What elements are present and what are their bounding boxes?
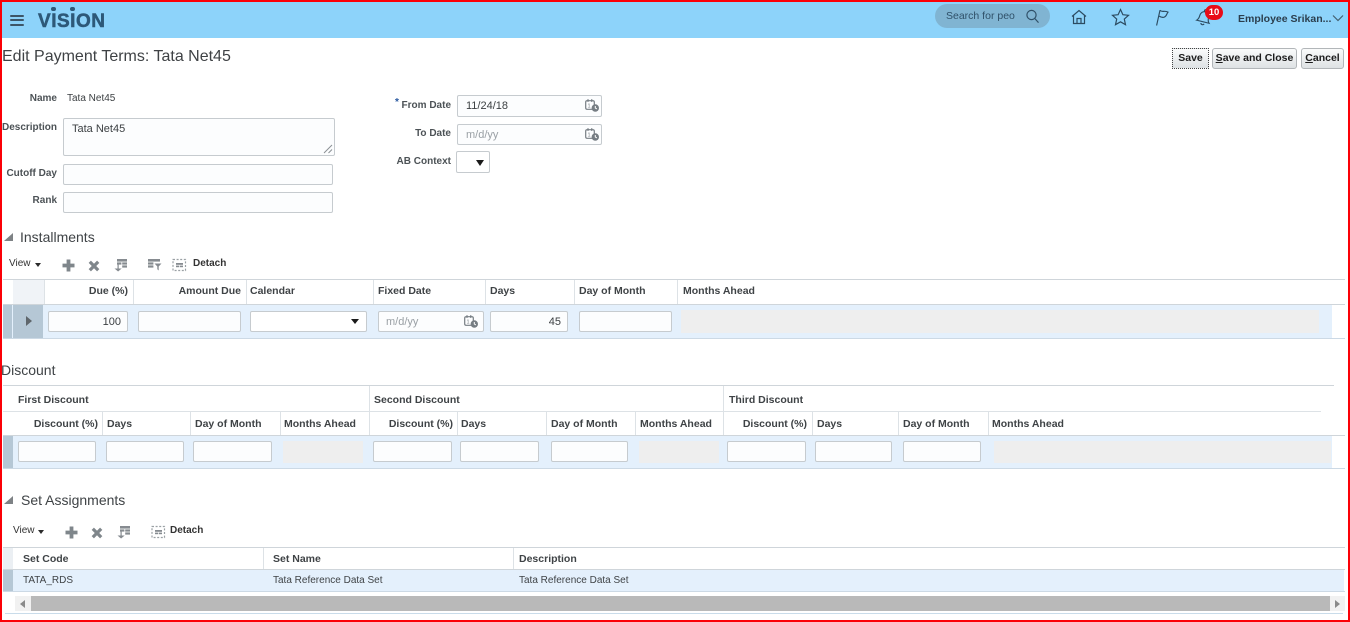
svg-text:1: 1 (588, 132, 591, 138)
svg-text:1: 1 (588, 103, 591, 109)
svg-text:1: 1 (467, 319, 470, 325)
